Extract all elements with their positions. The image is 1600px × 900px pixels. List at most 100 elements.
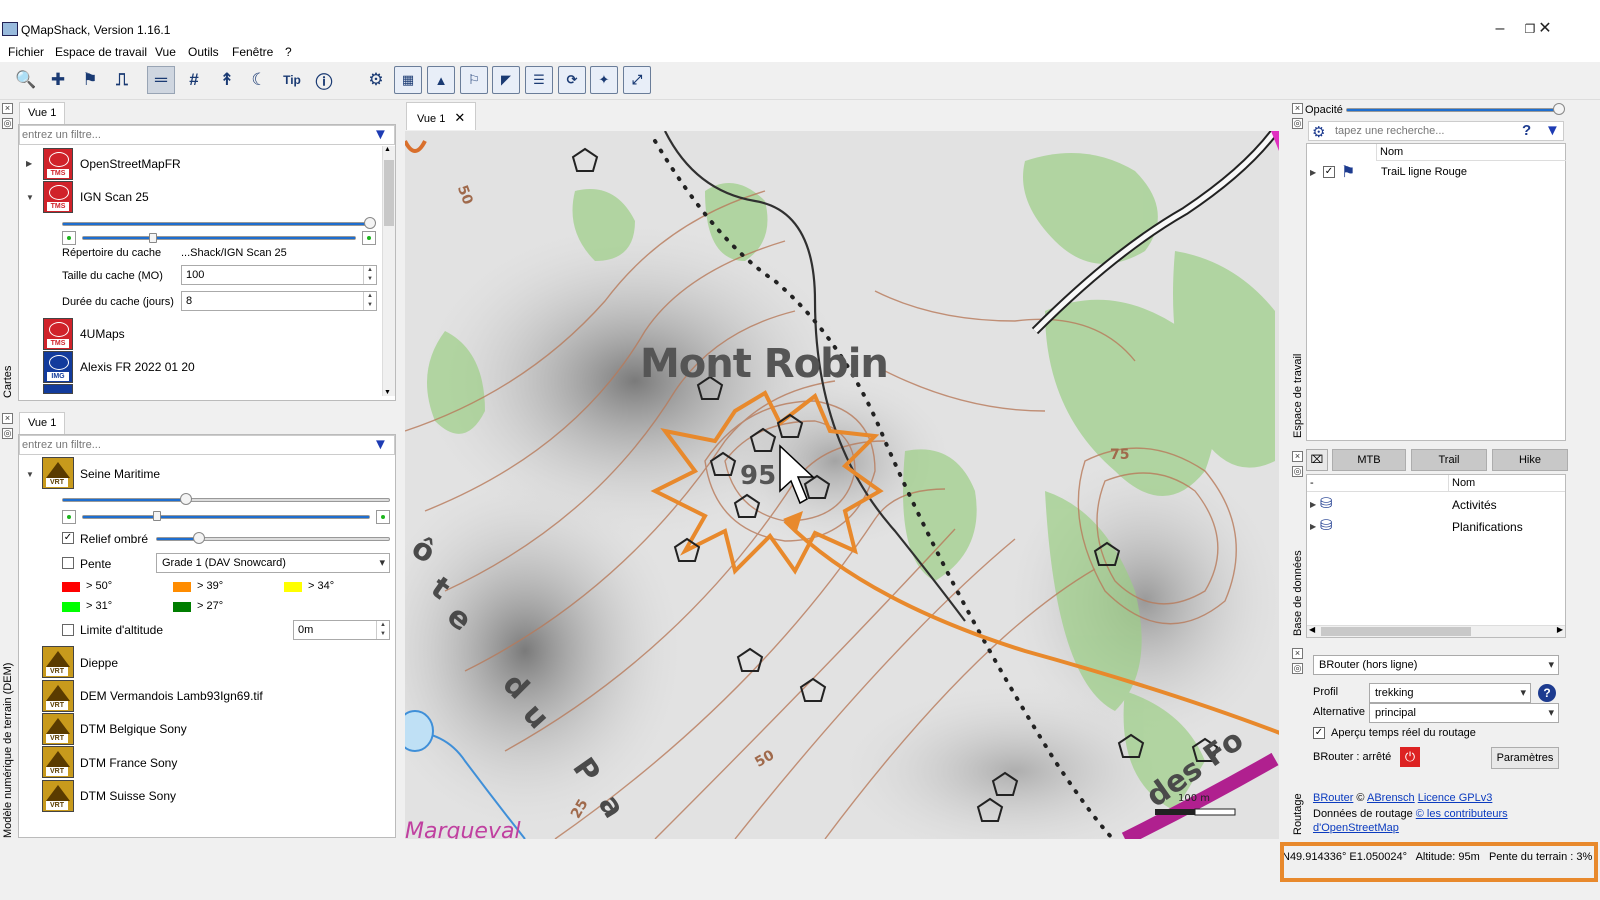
dock-float-icon[interactable]: ◎ bbox=[1292, 663, 1303, 674]
dem-filter-input[interactable]: entrez un filtre... bbox=[19, 435, 395, 455]
tab-db-trail[interactable]: Trail bbox=[1411, 449, 1487, 471]
dem-scale-range-slider[interactable] bbox=[82, 515, 370, 519]
tab-maps-vue1[interactable]: Vue 1 bbox=[19, 102, 66, 124]
list-icon[interactable]: ☰ bbox=[525, 66, 553, 94]
scale-range-handle[interactable] bbox=[149, 233, 157, 243]
menu-outils[interactable]: Outils bbox=[188, 45, 219, 59]
track-profile-icon[interactable]: ⚐ bbox=[460, 66, 488, 94]
realtime-preview-checkbox[interactable]: ✓ bbox=[1313, 727, 1325, 739]
tab-db-hike[interactable]: Hike bbox=[1492, 449, 1568, 471]
power-icon[interactable]: ⏻ bbox=[1400, 747, 1420, 767]
scroll-right-icon[interactable]: ▶ bbox=[1557, 625, 1563, 634]
maps-scrollbar[interactable]: ▲ ▼ bbox=[382, 146, 395, 396]
map-item-openstreetmapfr[interactable]: OpenStreetMapFR bbox=[80, 157, 181, 171]
map-item-4umaps[interactable]: 4UMaps bbox=[80, 327, 125, 341]
night-mode-icon[interactable]: ☾ bbox=[245, 66, 273, 94]
workspace-column-header[interactable] bbox=[1376, 144, 1566, 161]
close-tab-icon[interactable]: ✕ bbox=[454, 110, 465, 125]
close-icon[interactable]: ✕ bbox=[1525, 18, 1565, 40]
database-hscrollbar[interactable]: ◀ ▶ bbox=[1307, 625, 1565, 637]
add-waypoint-icon[interactable]: ✚ bbox=[44, 66, 72, 94]
workspace-opacity-slider[interactable] bbox=[1346, 108, 1560, 112]
routing-engine-select[interactable]: BRouter (hors ligne) bbox=[1313, 655, 1559, 675]
osm-link[interactable]: d'OpenStreetMap bbox=[1313, 822, 1399, 834]
map-opacity-slider[interactable] bbox=[62, 222, 374, 226]
filter-icon[interactable]: ▼ bbox=[1545, 123, 1561, 139]
scroll-up-icon[interactable]: ▲ bbox=[384, 146, 391, 153]
license-link[interactable]: Licence GPLv3 bbox=[1418, 792, 1493, 804]
search-icon[interactable]: 🔍 bbox=[12, 66, 40, 94]
database-tool-icon[interactable]: ⌧ bbox=[1306, 449, 1328, 471]
scroll-down-icon[interactable]: ▼ bbox=[384, 389, 391, 396]
tooltip-icon[interactable]: Tip bbox=[278, 66, 306, 94]
dock-close-icon[interactable]: × bbox=[1292, 451, 1303, 462]
menu-fenetre[interactable]: Fenêtre bbox=[232, 45, 273, 59]
scale-range-slider[interactable] bbox=[82, 236, 356, 240]
slope-grade-select[interactable]: Grade 1 (DAV Snowcard) bbox=[156, 553, 390, 573]
workspace-opacity-handle[interactable] bbox=[1553, 103, 1565, 115]
slope-checkbox[interactable] bbox=[62, 557, 74, 569]
dem-opacity-handle[interactable] bbox=[180, 493, 192, 505]
alt-limit-checkbox[interactable] bbox=[62, 624, 74, 636]
collapse-arrow-icon[interactable]: ▼ bbox=[26, 193, 34, 202]
project-item[interactable]: TraiL ligne Rouge bbox=[1381, 166, 1467, 178]
profile-select[interactable]: trekking bbox=[1369, 683, 1531, 703]
map-opacity-handle[interactable] bbox=[364, 217, 376, 229]
map-item-alexis[interactable]: Alexis FR 2022 01 20 bbox=[80, 360, 195, 374]
alt-limit-input[interactable]: 0m ▲ ▼ bbox=[293, 620, 390, 640]
info-icon[interactable]: ⓘ bbox=[310, 66, 338, 94]
hillshade-handle[interactable] bbox=[193, 532, 205, 544]
dem-item-france[interactable]: DTM France Sony bbox=[80, 756, 177, 770]
expand-arrow-icon[interactable]: ▶ bbox=[1310, 500, 1316, 509]
dock-close-icon[interactable]: × bbox=[1292, 648, 1303, 659]
db-item-activites[interactable]: Activités bbox=[1452, 498, 1497, 512]
hillshade-slider[interactable] bbox=[156, 537, 390, 541]
grid-icon[interactable]: # bbox=[180, 66, 208, 94]
cache-size-input[interactable]: 100 ▲ ▼ bbox=[181, 265, 377, 285]
help-icon[interactable]: ? bbox=[1522, 122, 1531, 139]
max-scale-button[interactable] bbox=[376, 510, 390, 524]
cache-dir-value[interactable]: ...Shack/IGN Scan 25 bbox=[181, 247, 287, 259]
map-canvas[interactable]: Mont Robin 95 50 75 50 25 ô t e d u P a … bbox=[405, 131, 1279, 839]
dem-item-dieppe[interactable]: Dieppe bbox=[80, 656, 118, 670]
parameters-button[interactable]: Paramètres bbox=[1491, 747, 1559, 769]
tab-dem-vue1[interactable]: Vue 1 bbox=[19, 412, 66, 434]
dock-float-icon[interactable]: ◎ bbox=[2, 118, 13, 129]
tab-db-mtb[interactable]: MTB bbox=[1332, 449, 1406, 471]
abrensch-link[interactable]: ABrensch bbox=[1367, 792, 1415, 804]
menu-help[interactable]: ? bbox=[285, 45, 292, 59]
expand-arrow-icon[interactable]: ▶ bbox=[1310, 168, 1316, 177]
scale-bar-icon[interactable]: ═ bbox=[147, 66, 175, 94]
dem-item-belgique[interactable]: DTM Belgique Sony bbox=[80, 722, 187, 736]
dock-close-icon[interactable]: × bbox=[2, 413, 13, 424]
alternative-select[interactable]: principal bbox=[1369, 703, 1559, 723]
filter-icon[interactable]: ▼ bbox=[373, 127, 389, 143]
maps-filter-input[interactable]: entrez un filtre... bbox=[19, 125, 395, 145]
settings-gear-icon[interactable]: ⚙ bbox=[362, 66, 390, 94]
dock-close-icon[interactable]: × bbox=[1292, 103, 1303, 114]
expand-arrow-icon[interactable]: ▶ bbox=[1310, 522, 1316, 531]
puzzle-icon[interactable]: ✦ bbox=[590, 66, 618, 94]
search-settings-gear-icon[interactable]: ⚙ bbox=[1312, 123, 1325, 141]
hillshade-checkbox[interactable]: ✓ bbox=[62, 532, 74, 544]
brouter-link[interactable]: BRouter bbox=[1313, 792, 1353, 804]
scroll-left-icon[interactable]: ◀ bbox=[1309, 625, 1315, 634]
map-image-icon[interactable]: ▲ bbox=[427, 66, 455, 94]
filter-icon[interactable]: ▼ bbox=[373, 437, 389, 453]
dem-scale-range-handle[interactable] bbox=[153, 511, 161, 521]
min-scale-button[interactable] bbox=[62, 510, 76, 524]
cache-days-input[interactable]: 8 ▲ ▼ bbox=[181, 291, 377, 311]
dock-close-icon[interactable]: × bbox=[2, 103, 13, 114]
database-column-header[interactable] bbox=[1307, 475, 1565, 492]
menu-fichier[interactable]: Fichier bbox=[8, 45, 44, 59]
collapse-arrow-icon[interactable]: ▼ bbox=[26, 470, 34, 479]
min-scale-button[interactable] bbox=[62, 231, 76, 245]
north-arrow-icon[interactable]: ↟ bbox=[213, 66, 241, 94]
dock-float-icon[interactable]: ◎ bbox=[1292, 118, 1303, 129]
dem-item-suisse[interactable]: DTM Suisse Sony bbox=[80, 789, 176, 803]
fullscreen-icon[interactable]: ⤢ bbox=[623, 66, 651, 94]
osm-contrib-link[interactable]: © les contributeurs bbox=[1416, 808, 1508, 820]
map-item-ign-scan-25[interactable]: IGN Scan 25 bbox=[80, 190, 149, 204]
profile-help-icon[interactable]: ? bbox=[1538, 684, 1556, 702]
db-item-planifications[interactable]: Planifications bbox=[1452, 520, 1523, 534]
